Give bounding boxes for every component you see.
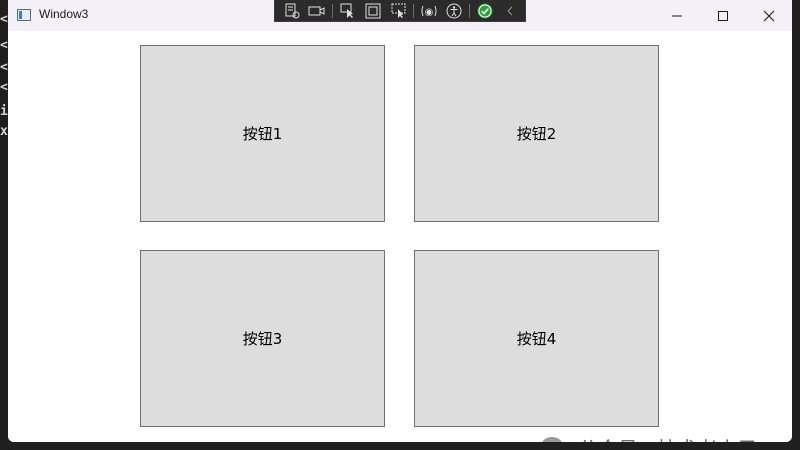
button-4[interactable]: 按钮4 — [414, 250, 659, 427]
watermark-text: 公众号 · 技术老小子 — [578, 433, 757, 442]
live-visual-tree-icon — [285, 3, 300, 18]
binding-check-icon — [477, 3, 493, 18]
minimize-icon — [672, 15, 682, 16]
close-button[interactable] — [746, 0, 792, 31]
editor-line: < — [0, 12, 8, 27]
app-window: Window3 按钮1 按钮2 按钮3 按钮4 — [8, 0, 792, 442]
toolbar-separator — [413, 3, 415, 18]
record-icon — [308, 6, 325, 15]
collapse-chevron-icon — [507, 6, 513, 15]
hot-reload-icon: ◉ — [421, 5, 437, 18]
wechat-icon — [541, 436, 563, 442]
track-focus-button[interactable] — [388, 2, 409, 20]
display-layout-adorners-icon — [365, 3, 381, 18]
minimize-button[interactable] — [654, 0, 700, 31]
close-icon — [763, 10, 775, 21]
toolbar-separator — [331, 3, 333, 18]
button-3[interactable]: 按钮3 — [140, 250, 385, 427]
toolbar-separator — [469, 3, 471, 18]
editor-line: < — [0, 38, 8, 53]
select-element-icon — [340, 3, 353, 18]
binding-check-button[interactable] — [474, 2, 495, 20]
watermark: 公众号 · 技术老小子 — [540, 433, 757, 442]
hot-reload-button[interactable]: ◉ — [418, 2, 439, 20]
maximize-button[interactable] — [700, 0, 746, 31]
editor-line: x — [0, 124, 8, 139]
live-visual-tree-button[interactable] — [281, 2, 302, 20]
collapse-toolbar-button[interactable] — [500, 2, 521, 20]
accessibility-checker-button[interactable] — [444, 2, 465, 20]
svg-text:◉: ◉ — [425, 7, 434, 18]
button-2[interactable]: 按钮2 — [414, 45, 659, 222]
editor-line: i — [0, 104, 8, 119]
accessibility-icon — [446, 3, 462, 18]
editor-line: < — [0, 80, 8, 95]
select-element-button[interactable] — [337, 2, 358, 20]
button-1[interactable]: 按钮1 — [140, 45, 385, 222]
window-title: Window3 — [39, 7, 89, 21]
xaml-debug-toolbar: ◉ — [274, 0, 526, 22]
track-focus-icon — [391, 3, 405, 18]
editor-line: < — [0, 60, 8, 75]
display-layout-adorners-button[interactable] — [362, 2, 383, 20]
record-button[interactable] — [306, 2, 327, 20]
maximize-icon — [718, 10, 728, 21]
window-app-icon — [17, 9, 31, 21]
window-content: 按钮1 按钮2 按钮3 按钮4 公众号 · 技术老小子 — [8, 31, 792, 442]
